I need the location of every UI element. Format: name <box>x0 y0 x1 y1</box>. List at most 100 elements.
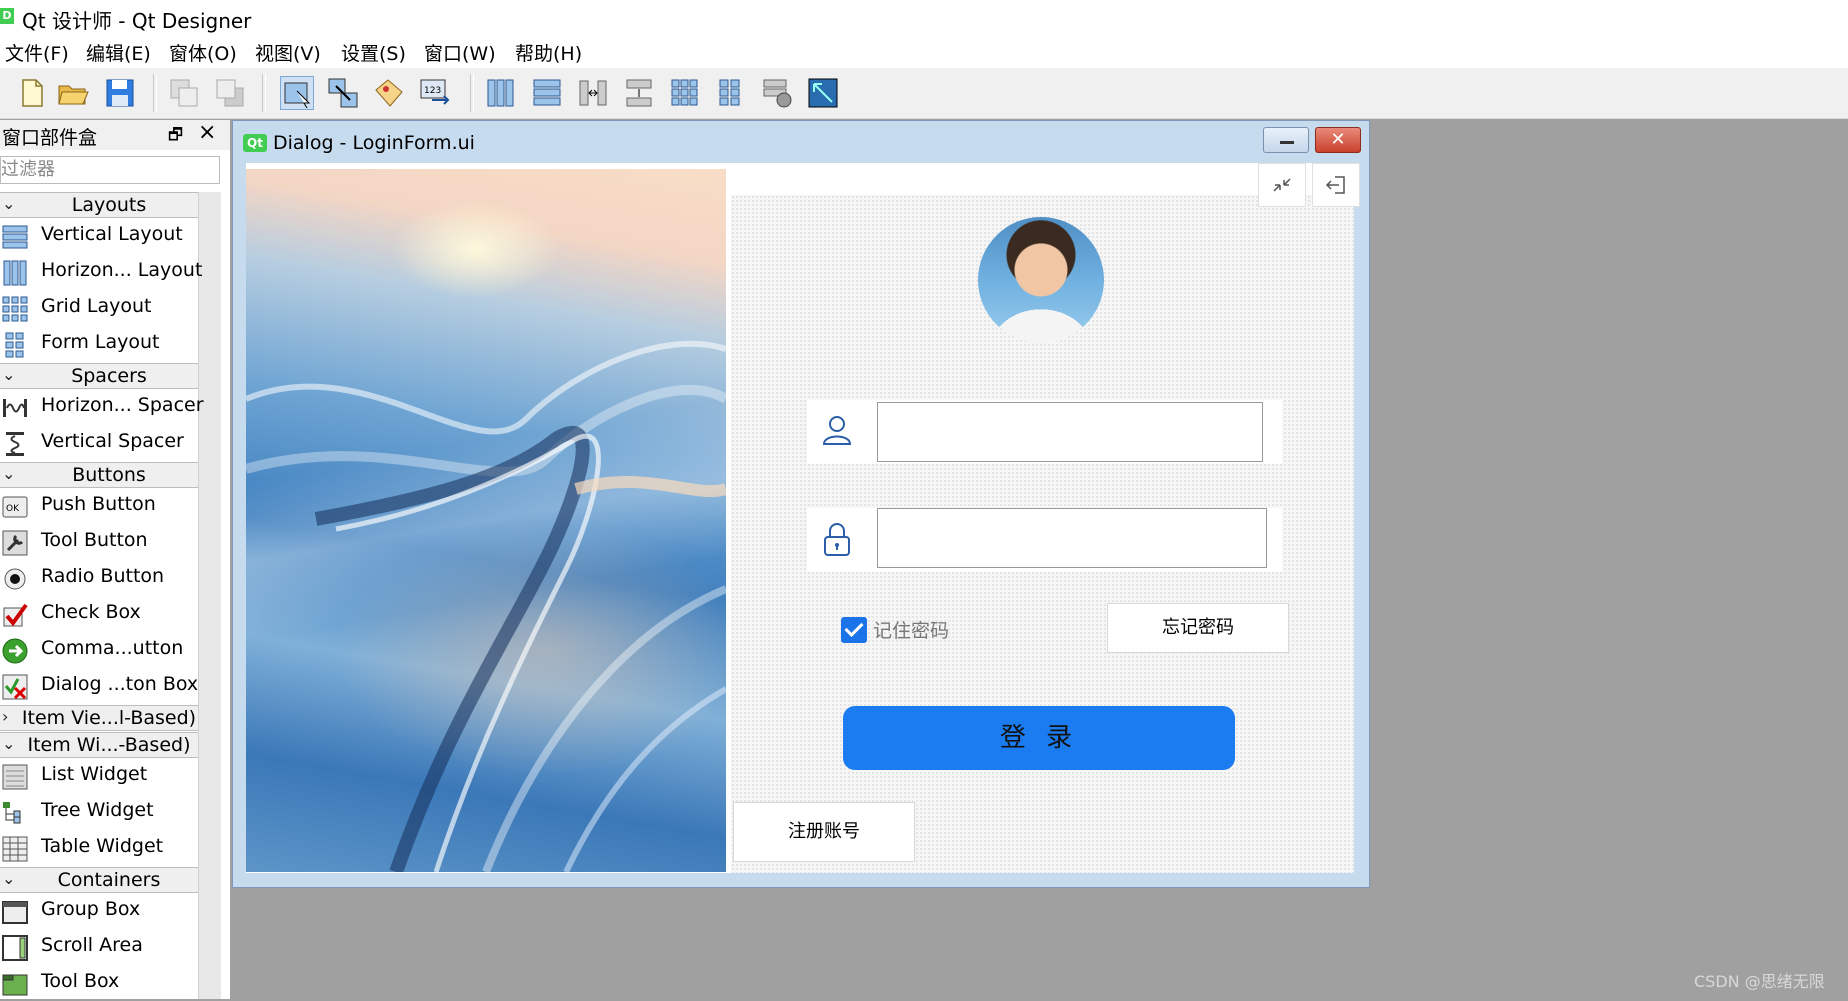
list-widget-icon <box>2 764 28 790</box>
scroll-area-icon <box>2 935 28 961</box>
menu-bar: 文件(F) 编辑(E) 窗体(O) 视图(V) 设置(S) 窗口(W) 帮助(H… <box>0 34 1848 68</box>
form-layout-icon <box>5 332 24 358</box>
widget-table-widget[interactable]: Table Widget <box>0 830 198 866</box>
chevron-down-icon: ⌄ <box>2 734 16 753</box>
send-to-back-icon[interactable] <box>167 76 201 110</box>
widget-grid-layout[interactable]: Grid Layout <box>0 290 198 326</box>
close-button[interactable]: ✕ <box>1315 127 1361 153</box>
password-input[interactable] <box>877 508 1267 568</box>
widget-form-layout[interactable]: Form Layout <box>0 326 198 362</box>
menu-edit[interactable]: 编辑(E) <box>86 39 151 66</box>
widget-filter-input[interactable]: 过滤器 <box>0 156 220 184</box>
category-buttons[interactable]: ⌄ Buttons <box>0 462 198 488</box>
main-toolbar: 123 <box>0 68 1848 119</box>
chevron-down-icon: ⌄ <box>2 869 16 888</box>
watermark: CSDN @思绪无限 <box>1694 972 1825 991</box>
widget-scroll-area[interactable]: Scroll Area <box>0 929 198 965</box>
menu-window[interactable]: 窗口(W) <box>424 39 496 66</box>
save-icon[interactable] <box>103 76 137 110</box>
bring-to-front-icon[interactable] <box>213 76 247 110</box>
check-box-icon <box>3 603 28 627</box>
new-file-icon[interactable] <box>14 76 48 110</box>
adjust-size-icon[interactable] <box>806 76 840 110</box>
widget-tree-widget[interactable]: Tree Widget <box>0 794 198 830</box>
dialog-window: Qt Dialog - LoginForm.ui ✕ 记住密码 忘记密码 登 录… <box>232 120 1370 888</box>
menu-form[interactable]: 窗体(O) <box>169 39 237 66</box>
minimize-button[interactable] <box>1263 127 1309 153</box>
login-button[interactable]: 登 录 <box>843 706 1235 770</box>
close-dock-icon[interactable]: × <box>198 120 216 145</box>
tool-button-icon <box>2 530 28 556</box>
widget-box-scrollbar[interactable] <box>198 192 221 999</box>
float-dock-icon[interactable]: 🗗 <box>168 124 183 151</box>
edit-tab-order-icon[interactable]: 123 <box>418 76 452 110</box>
horizontal-splitter-icon[interactable] <box>576 76 610 110</box>
username-row <box>807 400 1282 464</box>
grid-layout-icon <box>2 296 28 322</box>
break-layout-icon[interactable] <box>760 76 794 110</box>
wave-background-image <box>246 169 726 872</box>
edit-buddies-icon[interactable] <box>372 76 406 110</box>
remember-password-label: 记住密码 <box>873 620 950 642</box>
wave-lines <box>246 340 726 872</box>
user-avatar <box>978 217 1104 343</box>
menu-file[interactable]: 文件(F) <box>5 39 69 66</box>
dialog-button-box-icon <box>2 674 28 700</box>
vertical-layout-icon <box>2 225 28 249</box>
widget-horizontal-layout[interactable]: Horizon... Layout <box>0 254 202 290</box>
widget-list-widget[interactable]: List Widget <box>0 758 198 794</box>
widget-group-box[interactable]: Group Box <box>0 893 198 929</box>
widget-dialog-button-box[interactable]: Dialog ...ton Box <box>0 668 198 704</box>
forgot-password-button[interactable]: 忘记密码 <box>1107 603 1289 653</box>
grid-layout-icon[interactable] <box>668 76 702 110</box>
collapse-arrows-icon <box>1273 178 1291 192</box>
toolbar-separator <box>470 74 474 112</box>
category-item-widgets[interactable]: ⌄ Item Wi...-Based) <box>0 732 198 758</box>
table-widget-icon <box>2 836 28 862</box>
lock-icon <box>824 523 850 556</box>
form-layout-icon[interactable] <box>714 76 748 110</box>
widget-vertical-layout[interactable]: Vertical Layout <box>0 218 198 254</box>
toolbar-separator <box>153 74 157 112</box>
widget-tool-button[interactable]: Tool Button <box>0 524 198 560</box>
category-containers[interactable]: ⌄ Containers <box>0 867 198 893</box>
username-input[interactable] <box>877 402 1263 462</box>
login-form-canvas: 记住密码 忘记密码 登 录 注册账号 <box>246 163 1360 873</box>
lay-out-vertically-icon[interactable] <box>530 76 564 110</box>
widget-box-header: 窗口部件盒 🗗 × <box>0 120 230 150</box>
register-button[interactable]: 注册账号 <box>733 802 915 862</box>
widget-horizontal-spacer[interactable]: Horizon... Spacer <box>0 389 204 425</box>
widget-command-link-button[interactable]: Comma...utton <box>0 632 198 668</box>
edit-widgets-icon[interactable] <box>280 76 314 110</box>
category-spacers[interactable]: ⌄ Spacers <box>0 363 198 389</box>
widget-push-button[interactable]: OK Push Button <box>0 488 198 524</box>
user-icon <box>822 416 852 445</box>
exit-form-button[interactable] <box>1312 163 1360 207</box>
menu-help[interactable]: 帮助(H) <box>515 39 582 66</box>
lay-out-horizontally-icon[interactable] <box>484 76 518 110</box>
remember-password-checkbox[interactable] <box>841 617 867 643</box>
menu-view[interactable]: 视图(V) <box>255 39 321 66</box>
widget-vertical-spacer[interactable]: Vertical Spacer <box>0 425 198 461</box>
widget-box-title: 窗口部件盒 <box>2 127 98 149</box>
widget-radio-button[interactable]: Radio Button <box>0 560 198 596</box>
edit-signals-slots-icon[interactable] <box>326 76 360 110</box>
svg-text:123: 123 <box>424 86 441 96</box>
widget-check-box[interactable]: Check Box <box>0 596 198 632</box>
toolbar-separator <box>262 74 266 112</box>
app-titlebar: D Qt 设计师 - Qt Designer <box>0 0 1848 34</box>
menu-settings[interactable]: 设置(S) <box>341 39 406 66</box>
push-button-icon: OK <box>2 496 28 518</box>
category-layouts[interactable]: ⌄ Layouts <box>0 192 198 218</box>
minimize-form-button[interactable] <box>1258 163 1306 207</box>
horizontal-spacer-icon <box>3 399 27 417</box>
horizontal-layout-icon <box>3 260 27 286</box>
open-folder-icon[interactable] <box>56 76 90 110</box>
radio-button-icon <box>4 568 26 590</box>
tree-widget-icon <box>3 802 21 824</box>
vertical-splitter-icon[interactable] <box>622 76 656 110</box>
category-item-views[interactable]: › Item Vie...l-Based) <box>0 705 198 731</box>
widget-tool-box[interactable]: Tool Box <box>0 965 198 1001</box>
chevron-down-icon: ⌄ <box>2 194 16 213</box>
qt-logo-icon: Qt <box>243 134 267 152</box>
